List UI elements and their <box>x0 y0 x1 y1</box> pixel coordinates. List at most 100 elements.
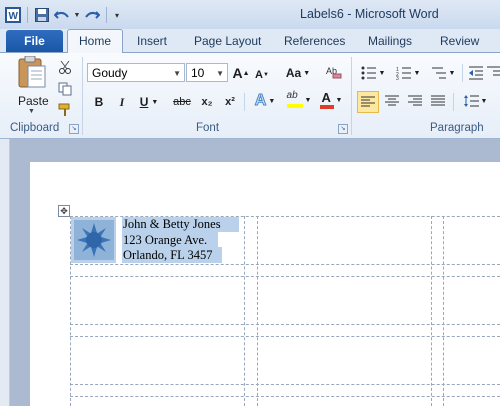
cut-button[interactable] <box>56 57 74 77</box>
underline-button[interactable]: U ▼ <box>138 92 160 112</box>
grow-font-glyph: A <box>232 65 243 81</box>
align-center-icon <box>385 95 399 106</box>
decrease-indent-button[interactable] <box>467 63 485 83</box>
text-effects-button[interactable]: A ▼ <box>251 91 279 111</box>
format-painter-button[interactable] <box>56 100 74 120</box>
font-color-icon: A <box>319 90 334 110</box>
highlight-icon: ab <box>286 90 303 110</box>
change-case-glyph: Aa <box>285 66 302 80</box>
align-left-button[interactable] <box>357 91 379 113</box>
justify-button[interactable] <box>428 91 448 111</box>
bullets-button[interactable]: ▼ <box>358 63 388 83</box>
decrease-indent-icon <box>469 66 483 80</box>
line-spacing-icon <box>463 95 479 107</box>
justify-icon <box>431 95 445 106</box>
strikethrough-button[interactable]: abc <box>171 92 193 112</box>
line-spacing-button[interactable]: ▼ <box>460 91 490 111</box>
format-painter-icon <box>58 103 70 116</box>
shrink-font-glyph: A <box>255 69 263 81</box>
separator <box>462 64 463 82</box>
numbering-icon: 123 <box>396 67 411 80</box>
chevron-down-icon: ▼ <box>173 69 181 78</box>
font-name-value: Goudy <box>92 66 128 80</box>
shrink-font-button[interactable]: A ▼ <box>254 65 270 85</box>
tab-review[interactable]: Review <box>440 32 479 51</box>
font-color-swatch <box>319 105 334 109</box>
italic-button[interactable]: I <box>115 92 129 112</box>
font-color-button[interactable]: A ▼ <box>317 90 345 110</box>
align-left-icon <box>361 96 375 107</box>
redo-icon[interactable] <box>83 6 101 24</box>
svg-text:W: W <box>9 11 19 22</box>
clear-formatting-icon: Ab <box>326 66 342 79</box>
tab-references[interactable]: References <box>284 32 345 51</box>
font-dialog-launcher-icon[interactable]: ↘ <box>338 124 348 134</box>
save-icon[interactable] <box>33 6 51 24</box>
font-size-combo[interactable]: 10 ▼ <box>186 63 228 82</box>
tab-home[interactable]: Home <box>67 29 123 53</box>
tab-insert[interactable]: Insert <box>137 32 167 51</box>
undo-dropdown-icon[interactable]: ▼ <box>73 6 81 24</box>
document-page[interactable] <box>30 162 500 406</box>
text-effects-icon: A <box>254 92 267 110</box>
group-separator <box>82 57 83 135</box>
table-move-handle-icon[interactable]: ✥ <box>58 205 70 217</box>
font-name-combo[interactable]: Goudy ▼ <box>87 63 185 82</box>
grow-font-button[interactable]: A ▲ <box>232 63 250 83</box>
superscript-button[interactable]: x² <box>221 92 239 112</box>
tab-mailings[interactable]: Mailings <box>368 32 412 51</box>
label-line-street: 123 Orange Ave. <box>123 232 208 247</box>
clipboard-icon <box>18 56 46 88</box>
tab-page-layout[interactable]: Page Layout <box>194 32 261 51</box>
highlight-button[interactable]: ab ▼ <box>284 90 314 110</box>
group-separator <box>351 57 352 135</box>
align-center-button[interactable] <box>382 91 402 111</box>
paste-dropdown-icon[interactable]: ▼ <box>28 108 35 115</box>
ribbon-home: Paste ▼ Clipboard ↘ Goudy ▼ 10 ▼ A ▲ A ▼ A… <box>0 53 500 139</box>
customize-qat-icon[interactable]: ▾ <box>112 6 122 24</box>
clear-formatting-button[interactable]: Ab <box>325 62 343 82</box>
word-app-icon[interactable]: W <box>4 6 22 24</box>
svg-text:3: 3 <box>396 76 399 80</box>
numbering-button[interactable]: 1 2 3 ▼ <box>393 63 423 83</box>
quick-access-toolbar: W ▼ ▾ <box>4 4 122 26</box>
subscript-button[interactable]: x₂ <box>198 92 216 112</box>
label-address[interactable]: John & Betty Jones 123 Orange Ave. Orlan… <box>123 217 221 264</box>
copy-icon <box>58 82 72 96</box>
copy-button[interactable] <box>56 79 74 99</box>
underline-glyph: U <box>139 95 149 109</box>
left-margin-strip <box>0 139 10 406</box>
paragraph-group-label: Paragraph <box>430 122 484 134</box>
bold-button[interactable]: B <box>92 92 106 112</box>
tab-file[interactable]: File <box>6 30 63 52</box>
align-right-icon <box>408 95 422 106</box>
scissors-icon <box>59 60 71 74</box>
separator <box>453 93 454 111</box>
undo-icon[interactable] <box>53 6 71 24</box>
highlight-glyph: ab <box>286 90 298 101</box>
qat-separator <box>106 7 107 23</box>
font-group-label: Font <box>196 122 220 134</box>
multilevel-list-button[interactable]: ▼ <box>428 63 458 83</box>
bullets-icon <box>361 66 376 80</box>
paste-button[interactable]: Paste ▼ <box>14 56 50 115</box>
separator <box>244 93 245 111</box>
title-bar: W ▼ ▾ Labels6 - Microsoft Word <box>0 0 500 29</box>
paste-label: Paste <box>18 94 49 108</box>
multilevel-list-icon <box>431 67 446 79</box>
increase-indent-button[interactable] <box>486 63 500 83</box>
clipboard-dialog-launcher-icon[interactable]: ↘ <box>69 124 79 134</box>
font-color-glyph: A <box>321 90 331 105</box>
clipboard-group-label: Clipboard <box>10 122 60 134</box>
font-size-value: 10 <box>191 66 205 80</box>
label-line-name: John & Betty Jones <box>123 217 221 231</box>
highlight-color-swatch <box>286 104 303 108</box>
chevron-down-icon: ▼ <box>216 69 224 78</box>
ribbon-tab-row: File Home Insert Page Layout References … <box>0 29 500 53</box>
qat-separator <box>27 7 28 23</box>
window-title: Labels6 - Microsoft Word <box>300 7 439 21</box>
label-line-city: Orlando, FL 3457 <box>123 248 213 262</box>
sun-clipart-icon[interactable] <box>74 220 114 260</box>
align-right-button[interactable] <box>405 91 425 111</box>
change-case-button[interactable]: Aa ▼ <box>283 63 313 83</box>
